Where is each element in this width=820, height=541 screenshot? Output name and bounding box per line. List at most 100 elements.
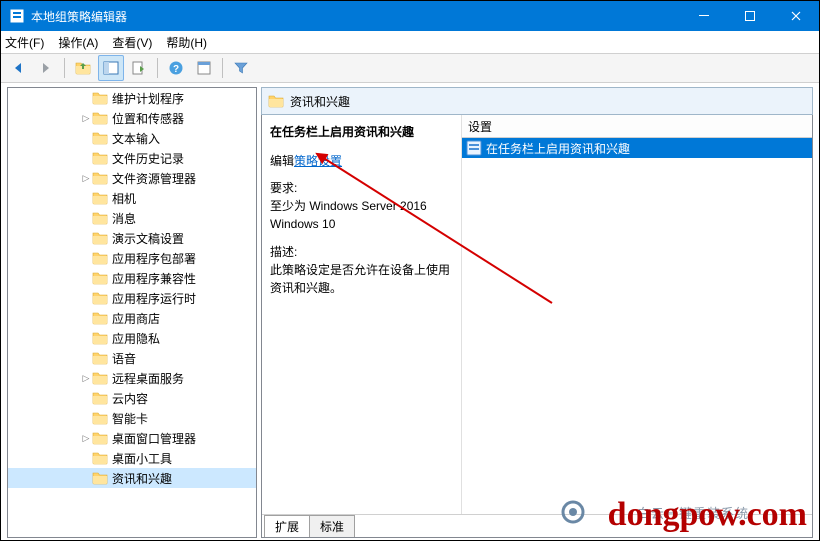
tree-item[interactable]: 桌面小工具 — [8, 448, 256, 468]
expand-icon[interactable]: ▷ — [80, 433, 92, 444]
menubar: 文件(F) 操作(A) 查看(V) 帮助(H) — [1, 31, 819, 54]
edit-policy-link[interactable]: 策略设置 — [294, 154, 342, 168]
folder-icon — [92, 150, 108, 166]
menu-view[interactable]: 查看(V) — [112, 34, 152, 51]
tree-item-label: 相机 — [112, 190, 136, 207]
folder-icon — [92, 370, 108, 386]
folder-icon — [92, 470, 108, 486]
folder-icon — [92, 250, 108, 266]
folder-icon — [92, 410, 108, 426]
filter-button[interactable] — [228, 55, 254, 81]
tree-item-label: 应用程序包部署 — [112, 250, 196, 267]
tree-item[interactable]: 应用商店 — [8, 308, 256, 328]
folder-icon — [92, 190, 108, 206]
show-tree-button[interactable] — [98, 55, 124, 81]
tree-item-label: 应用商店 — [112, 310, 160, 327]
requirements-line2: Windows 10 — [270, 215, 453, 233]
tree-item-label: 应用程序运行时 — [112, 290, 196, 307]
tree-item-label: 智能卡 — [112, 410, 148, 427]
folder-icon — [92, 290, 108, 306]
tree-item-label: 应用隐私 — [112, 330, 160, 347]
tree-item[interactable]: 应用隐私 — [8, 328, 256, 348]
settings-column-header[interactable]: 设置 — [462, 115, 812, 138]
tree-item[interactable]: 维护计划程序 — [8, 88, 256, 108]
description-label: 描述: — [270, 243, 453, 261]
tree-item[interactable]: ▷ 文件资源管理器 — [8, 168, 256, 188]
tree-item[interactable]: 应用程序运行时 — [8, 288, 256, 308]
tree-item-label: 维护计划程序 — [112, 90, 184, 107]
back-button[interactable] — [5, 55, 31, 81]
tree-scroll[interactable]: 维护计划程序 ▷ 位置和传感器文本输入文件历史记录 ▷ 文件资源管理器相机消息演示文稿设… — [8, 88, 256, 537]
titlebar: 本地组策略编辑器 — [1, 1, 819, 31]
folder-icon — [92, 90, 108, 106]
tree-item-label: 位置和传感器 — [112, 110, 184, 127]
tree-item[interactable]: ▷ 远程桌面服务 — [8, 368, 256, 388]
requirements-label: 要求: — [270, 179, 453, 197]
tree-item-label: 应用程序兼容性 — [112, 270, 196, 287]
tree-item[interactable]: 应用程序包部署 — [8, 248, 256, 268]
minimize-button[interactable] — [681, 1, 727, 31]
tree-item-label: 桌面窗口管理器 — [112, 430, 196, 447]
requirements-line1: 至少为 Windows Server 2016 — [270, 197, 453, 215]
window-title: 本地组策略编辑器 — [31, 8, 127, 25]
tree-item-label: 资讯和兴趣 — [112, 470, 172, 487]
tree-item[interactable]: 消息 — [8, 208, 256, 228]
tree-item[interactable]: 文件历史记录 — [8, 148, 256, 168]
folder-icon — [92, 130, 108, 146]
export-button[interactable] — [126, 55, 152, 81]
edit-label: 编辑 — [270, 154, 294, 168]
tree-item[interactable]: 智能卡 — [8, 408, 256, 428]
svg-text:?: ? — [173, 64, 179, 75]
toolbar: ? — [1, 54, 819, 83]
folder-icon — [92, 450, 108, 466]
toolbar-separator — [222, 58, 223, 78]
tree-item-label: 文本输入 — [112, 130, 160, 147]
tree-item[interactable]: 资讯和兴趣 — [8, 468, 256, 488]
tree-item[interactable]: 演示文稿设置 — [8, 228, 256, 248]
properties-button[interactable] — [191, 55, 217, 81]
tree-item[interactable]: 语音 — [8, 348, 256, 368]
tree-item[interactable]: ▷ 桌面窗口管理器 — [8, 428, 256, 448]
expand-icon[interactable]: ▷ — [80, 173, 92, 184]
tab-standard[interactable]: 标准 — [309, 515, 355, 537]
tree-item[interactable]: 云内容 — [8, 388, 256, 408]
folder-icon — [92, 270, 108, 286]
help-button[interactable]: ? — [163, 55, 189, 81]
detail-column: 在任务栏上启用资讯和兴趣 编辑策略设置 要求: 至少为 Windows Serv… — [262, 115, 462, 514]
forward-button[interactable] — [33, 55, 59, 81]
folder-icon — [92, 350, 108, 366]
tree-pane: 维护计划程序 ▷ 位置和传感器文本输入文件历史记录 ▷ 文件资源管理器相机消息演示文稿设… — [7, 87, 257, 538]
content-header-title: 资讯和兴趣 — [290, 93, 350, 110]
tree-item-label: 远程桌面服务 — [112, 370, 184, 387]
close-button[interactable] — [773, 1, 819, 31]
folder-icon — [92, 210, 108, 226]
tree-item[interactable]: ▷ 位置和传感器 — [8, 108, 256, 128]
folder-icon — [92, 110, 108, 126]
tree-item[interactable]: 应用程序兼容性 — [8, 268, 256, 288]
setting-item[interactable]: 在任务栏上启用资讯和兴趣 — [462, 138, 812, 158]
expand-icon[interactable]: ▷ — [80, 113, 92, 124]
tree-item-label: 文件资源管理器 — [112, 170, 196, 187]
toolbar-separator — [64, 58, 65, 78]
expand-icon[interactable]: ▷ — [80, 373, 92, 384]
tab-extended[interactable]: 扩展 — [264, 515, 310, 537]
folder-icon — [92, 310, 108, 326]
folder-icon — [92, 230, 108, 246]
content-header: 资讯和兴趣 — [261, 87, 813, 115]
setting-icon — [466, 140, 482, 156]
folder-icon — [92, 330, 108, 346]
up-button[interactable] — [70, 55, 96, 81]
tree-item-label: 桌面小工具 — [112, 450, 172, 467]
watermark-main: dongpow.com — [608, 496, 807, 534]
maximize-button[interactable] — [727, 1, 773, 31]
menu-help[interactable]: 帮助(H) — [166, 34, 207, 51]
setting-item-label: 在任务栏上启用资讯和兴趣 — [486, 140, 630, 157]
tree-item-label: 文件历史记录 — [112, 150, 184, 167]
menu-action[interactable]: 操作(A) — [58, 34, 98, 51]
tree-item[interactable]: 文本输入 — [8, 128, 256, 148]
folder-icon — [92, 170, 108, 186]
tree-item-label: 云内容 — [112, 390, 148, 407]
folder-icon — [268, 93, 284, 109]
tree-item[interactable]: 相机 — [8, 188, 256, 208]
menu-file[interactable]: 文件(F) — [5, 34, 44, 51]
